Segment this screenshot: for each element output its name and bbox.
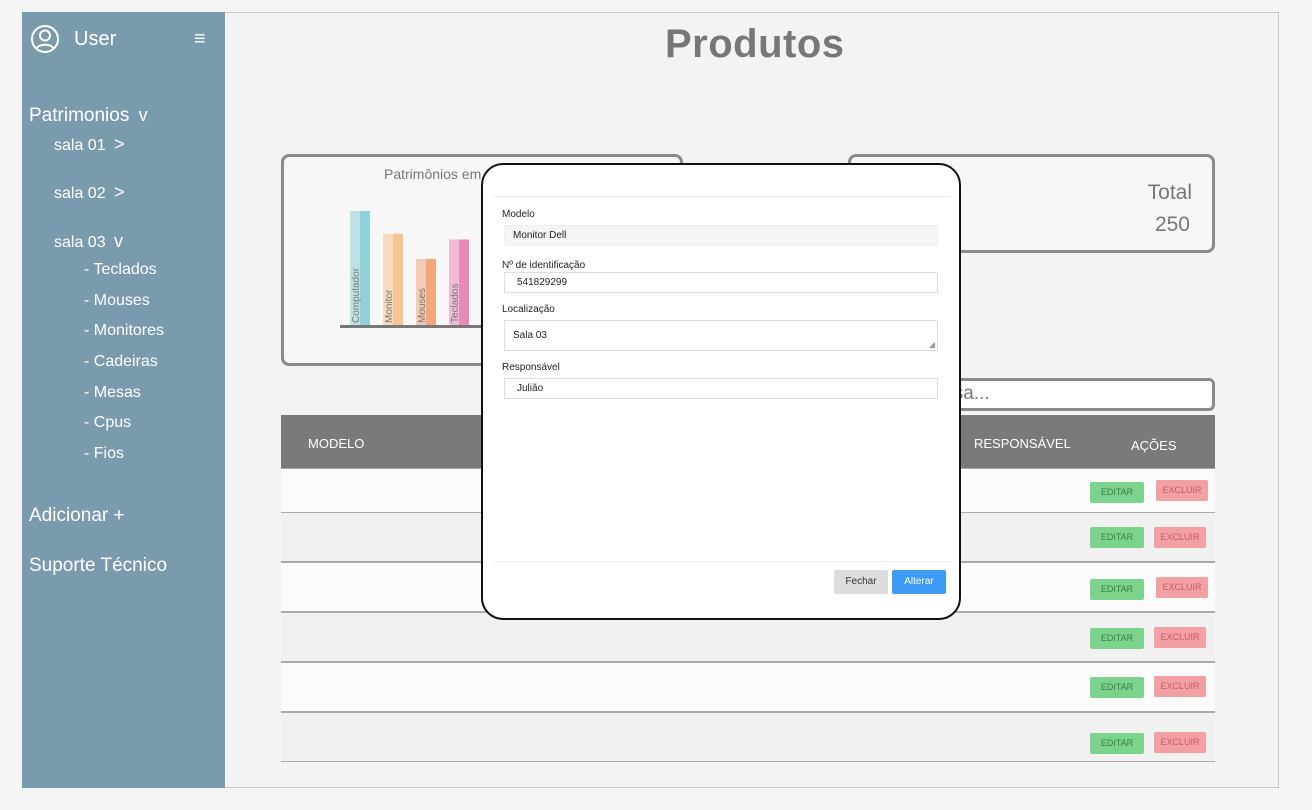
chart-category-label: Monitor [384,289,395,323]
delete-button[interactable]: EXCLUIR [1154,627,1206,648]
sidebar-item-suporte[interactable]: Suporte Técnico [29,555,167,577]
chevron-right-icon: > [114,182,125,202]
page-title: Produtos [665,22,845,66]
edit-button[interactable]: EDITAR [1090,579,1144,600]
user-circle-icon [31,25,59,53]
sidebar-subitem-fios[interactable]: - Fios [84,445,124,463]
resize-grip-icon[interactable]: ◢ [929,341,935,349]
delete-button[interactable]: EXCLUIR [1156,480,1208,501]
responsible-label: Responsável [502,362,560,373]
sidebar-item-sala-02[interactable]: sala 02 > [54,182,125,203]
sidebar-subitem-teclados[interactable]: - Teclados [84,261,157,279]
user-name: User [74,27,117,50]
chevron-right-icon: > [114,134,125,154]
sidebar-item-sala-01[interactable]: sala 01 > [54,134,125,155]
save-button[interactable]: Alterar [892,570,946,594]
chevron-down-icon: v [114,231,124,251]
modal-divider [493,196,951,197]
sidebar-item-sala-03[interactable]: sala 03 v [54,231,123,252]
sidebar-subitem-mouses[interactable]: - Mouses [84,292,150,310]
sidebar-subitem-mesas[interactable]: - Mesas [84,384,141,402]
edit-button[interactable]: EDITAR [1090,628,1144,649]
sidebar-item-label: sala 02 [54,185,106,202]
user-profile[interactable]: User [30,24,116,54]
edit-modal: Modelo Monitor Dell Nº de identificação … [481,163,961,620]
chart-category-label: Teclados [450,284,461,323]
id-field[interactable]: 541829299 [504,272,938,293]
header-model: MODELO [308,436,365,451]
delete-button[interactable]: EXCLUIR [1154,676,1206,697]
sidebar-subitem-cpus[interactable]: - Cpus [84,414,131,432]
table-row: EDITAR EXCLUIR [281,712,1215,762]
chart-category-label: Computador [351,267,362,323]
location-value: Sala 03 [513,330,547,341]
delete-button[interactable]: EXCLUIR [1154,527,1206,548]
location-label: Localização [502,304,555,315]
sidebar-item-adicionar[interactable]: Adicionar + [29,505,125,527]
id-label: Nº de identificação [502,260,586,271]
total-label: Total [1147,181,1192,204]
model-field[interactable]: Monitor Dell [504,225,938,246]
sidebar-subitem-monitores[interactable]: - Monitores [84,322,164,340]
sidebar-item-label: Patrimonios [29,105,130,126]
table-row: EDITAR EXCLUIR [281,662,1215,712]
sidebar-item-patrimonios[interactable]: Patrimonios v [29,105,148,127]
delete-button[interactable]: EXCLUIR [1156,577,1208,598]
chart-title: Patrimônios em [384,166,482,182]
location-textarea[interactable]: Sala 03 ◢ [504,320,938,351]
sidebar-subitem-cadeiras[interactable]: - Cadeiras [84,353,158,371]
edit-button[interactable]: EDITAR [1090,733,1144,754]
header-actions: AÇÕES [1131,438,1177,453]
edit-button[interactable]: EDITAR [1090,527,1144,548]
sidebar: User ≡ Patrimonios v sala 01 > sala 02 >… [22,12,225,788]
sidebar-item-label: sala 01 [54,137,106,154]
sidebar-item-label: sala 03 [54,234,106,251]
total-value: 250 [1154,213,1190,236]
responsible-field[interactable]: Julião [504,378,938,399]
model-label: Modelo [502,209,535,220]
edit-button[interactable]: EDITAR [1090,677,1144,698]
search-input[interactable]: uisa... [930,378,1215,411]
modal-divider [493,561,951,562]
header-responsible: RESPONSÁVEL [974,436,1071,451]
close-button[interactable]: Fechar [834,570,888,594]
edit-button[interactable]: EDITAR [1090,482,1144,503]
hamburger-menu-icon[interactable]: ≡ [194,29,206,49]
delete-button[interactable]: EXCLUIR [1154,732,1206,753]
chart-category-label: Mouses [417,288,428,323]
chevron-down-icon: v [138,105,148,125]
